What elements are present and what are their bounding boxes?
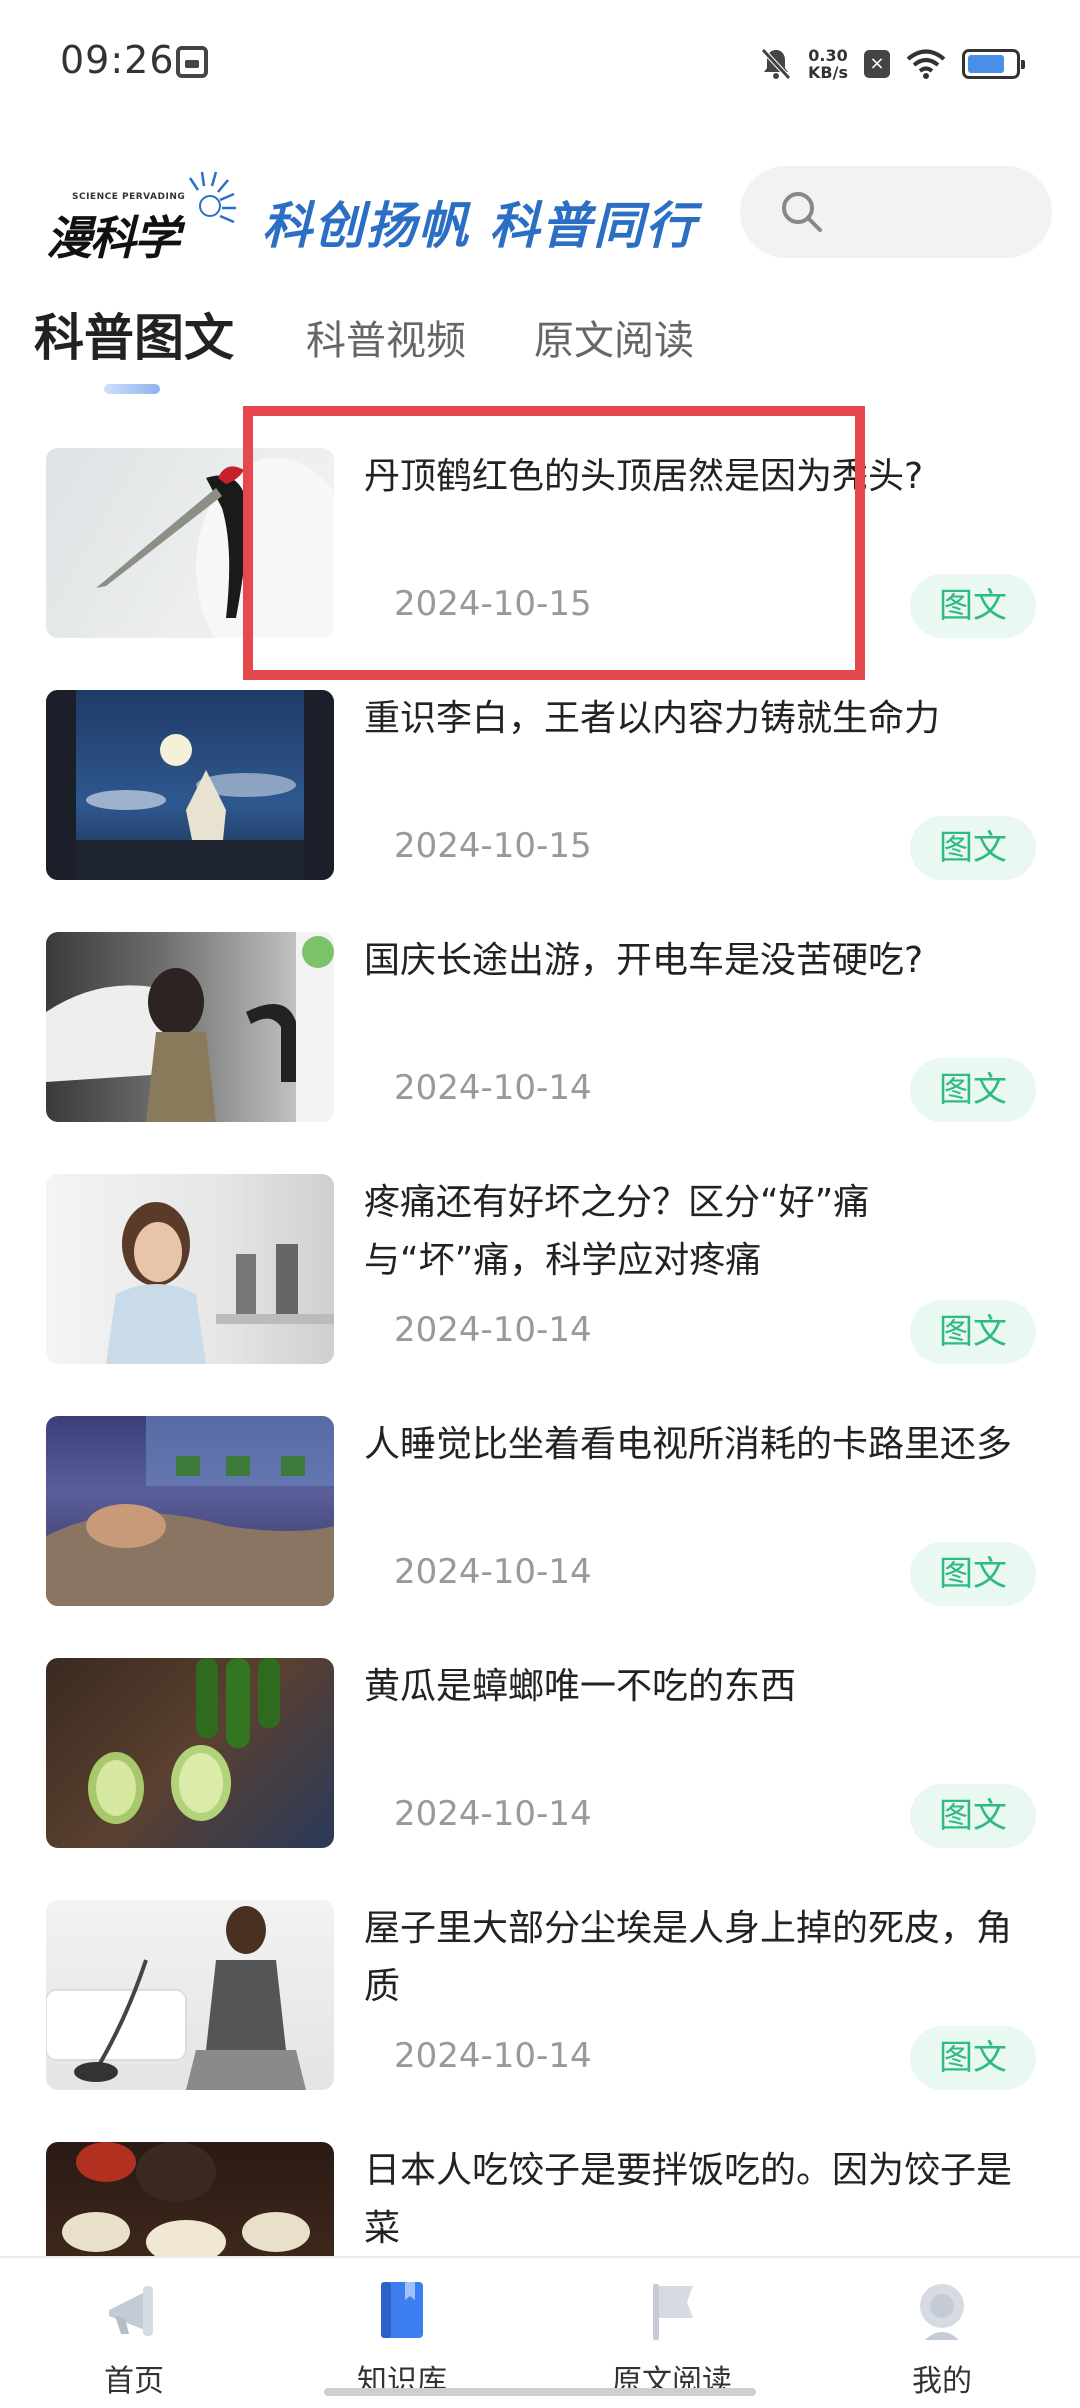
- article-date: 2024-10-15: [394, 584, 592, 624]
- article-type-badge: 图文: [910, 816, 1036, 880]
- article-title: 日本人吃饺子是要拌饭吃的。因为饺子是菜: [364, 2150, 1013, 2249]
- article-thumbnail-pain: [46, 1174, 334, 1364]
- article-date: 2024-10-14: [394, 1552, 592, 1592]
- bottom-navigation: 首页 知识库 原文阅读 我的: [0, 2256, 1080, 2408]
- article-title: 国庆长途出游，开电车是没苦硬吃?: [364, 940, 924, 981]
- search-icon: [782, 192, 822, 232]
- status-time: 09:26: [60, 38, 175, 82]
- article-item[interactable]: 人睡觉比坐着看电视所消耗的卡路里还多 2024-10-14 图文: [0, 1416, 1080, 1606]
- profile-icon: [920, 2284, 964, 2340]
- article-type-badge: 图文: [910, 1542, 1036, 1606]
- article-type-badge: 图文: [910, 1784, 1036, 1848]
- tab-active-indicator: [104, 384, 160, 394]
- article-thumbnail-cucumber: [46, 1658, 334, 1848]
- net-speed-value: 0.30: [808, 46, 848, 65]
- status-icons: 0.30 KB/s ×: [760, 40, 1025, 88]
- home-indicator[interactable]: [324, 2388, 756, 2396]
- article-item[interactable]: 黄瓜是蟑螂唯一不吃的东西 2024-10-14 图文: [0, 1658, 1080, 1848]
- article-type-badge: 图文: [910, 2026, 1036, 2090]
- net-speed: 0.30 KB/s: [808, 47, 848, 81]
- article-item[interactable]: 丹顶鹤红色的头顶居然是因为秃头? 2024-10-15 图文: [0, 448, 1080, 638]
- article-title: 疼痛还有好坏之分？区分“好”痛与“坏”痛，科学应对疼痛: [364, 1182, 870, 1281]
- article-item[interactable]: 国庆长途出游，开电车是没苦硬吃? 2024-10-14 图文: [0, 932, 1080, 1122]
- flag-icon: [653, 2284, 693, 2340]
- tab-original-reading[interactable]: 原文阅读: [534, 308, 694, 366]
- status-bar: 09:26 0.30 KB/s ×: [0, 0, 1080, 128]
- article-thumbnail-crane: [46, 448, 334, 638]
- slogan: 科创扬帆 科普同行: [262, 196, 698, 255]
- article-thumbnail-dust: [46, 1900, 334, 2090]
- article-title: 人睡觉比坐着看电视所消耗的卡路里还多: [364, 1424, 1013, 1465]
- tab-science-videos[interactable]: 科普视频: [306, 308, 466, 366]
- article-title: 重识李白，王者以内容力铸就生命力: [364, 698, 941, 739]
- article-date: 2024-10-15: [394, 826, 592, 866]
- article-item[interactable]: 疼痛还有好坏之分？区分“好”痛与“坏”痛，科学应对疼痛 2024-10-14 图…: [0, 1174, 1080, 1364]
- search-button[interactable]: [740, 166, 1052, 258]
- article-date: 2024-10-14: [394, 1068, 592, 1108]
- article-thumbnail-libai: [46, 690, 334, 880]
- article-thumbnail-sleep: [46, 1416, 334, 1606]
- article-date: 2024-10-14: [394, 1794, 592, 1834]
- notification-app-icon: [176, 46, 208, 78]
- tab-science-articles[interactable]: 科普图文: [34, 298, 234, 370]
- close-box-icon: ×: [864, 50, 890, 78]
- megaphone-icon: [109, 2286, 153, 2336]
- article-date: 2024-10-14: [394, 2036, 592, 2076]
- nav-knowledge-base[interactable]: 知识库: [302, 2276, 502, 2400]
- article-date: 2024-10-14: [394, 1310, 592, 1350]
- article-thumbnail-dumplings: [46, 2142, 334, 2256]
- article-item[interactable]: 屋子里大部分尘埃是人身上掉的死皮，角质 2024-10-14 图文: [0, 1900, 1080, 2090]
- mute-icon: [761, 48, 791, 80]
- article-thumbnail-ev: [46, 932, 334, 1122]
- battery-icon: [962, 49, 1025, 79]
- article-item[interactable]: 日本人吃饺子是要拌饭吃的。因为饺子是菜: [0, 2142, 1080, 2256]
- nav-home[interactable]: 首页: [34, 2276, 234, 2400]
- article-type-badge: 图文: [910, 1058, 1036, 1122]
- article-type-badge: 图文: [910, 1300, 1036, 1364]
- app-logo: SCIENCE PERVADING 漫科学: [44, 166, 240, 265]
- nav-original-reading[interactable]: 原文阅读: [572, 2276, 772, 2400]
- wifi-icon: [906, 49, 946, 79]
- article-title: 丹顶鹤红色的头顶居然是因为秃头?: [364, 456, 924, 497]
- article-title: 黄瓜是蟑螂唯一不吃的东西: [364, 1666, 797, 1707]
- logo-tagline: SCIENCE PERVADING: [72, 192, 186, 202]
- net-speed-unit: KB/s: [808, 63, 848, 82]
- book-icon: [381, 2282, 423, 2338]
- article-item[interactable]: 重识李白，王者以内容力铸就生命力 2024-10-15 图文: [0, 690, 1080, 880]
- article-title: 屋子里大部分尘埃是人身上掉的死皮，角质: [364, 1908, 1013, 2007]
- nav-profile[interactable]: 我的: [842, 2276, 1042, 2400]
- nav-label-home: 首页: [104, 2364, 164, 2399]
- logo-text: 漫科学: [46, 211, 180, 265]
- article-type-badge: 图文: [910, 574, 1036, 638]
- nav-label-profile: 我的: [912, 2364, 972, 2399]
